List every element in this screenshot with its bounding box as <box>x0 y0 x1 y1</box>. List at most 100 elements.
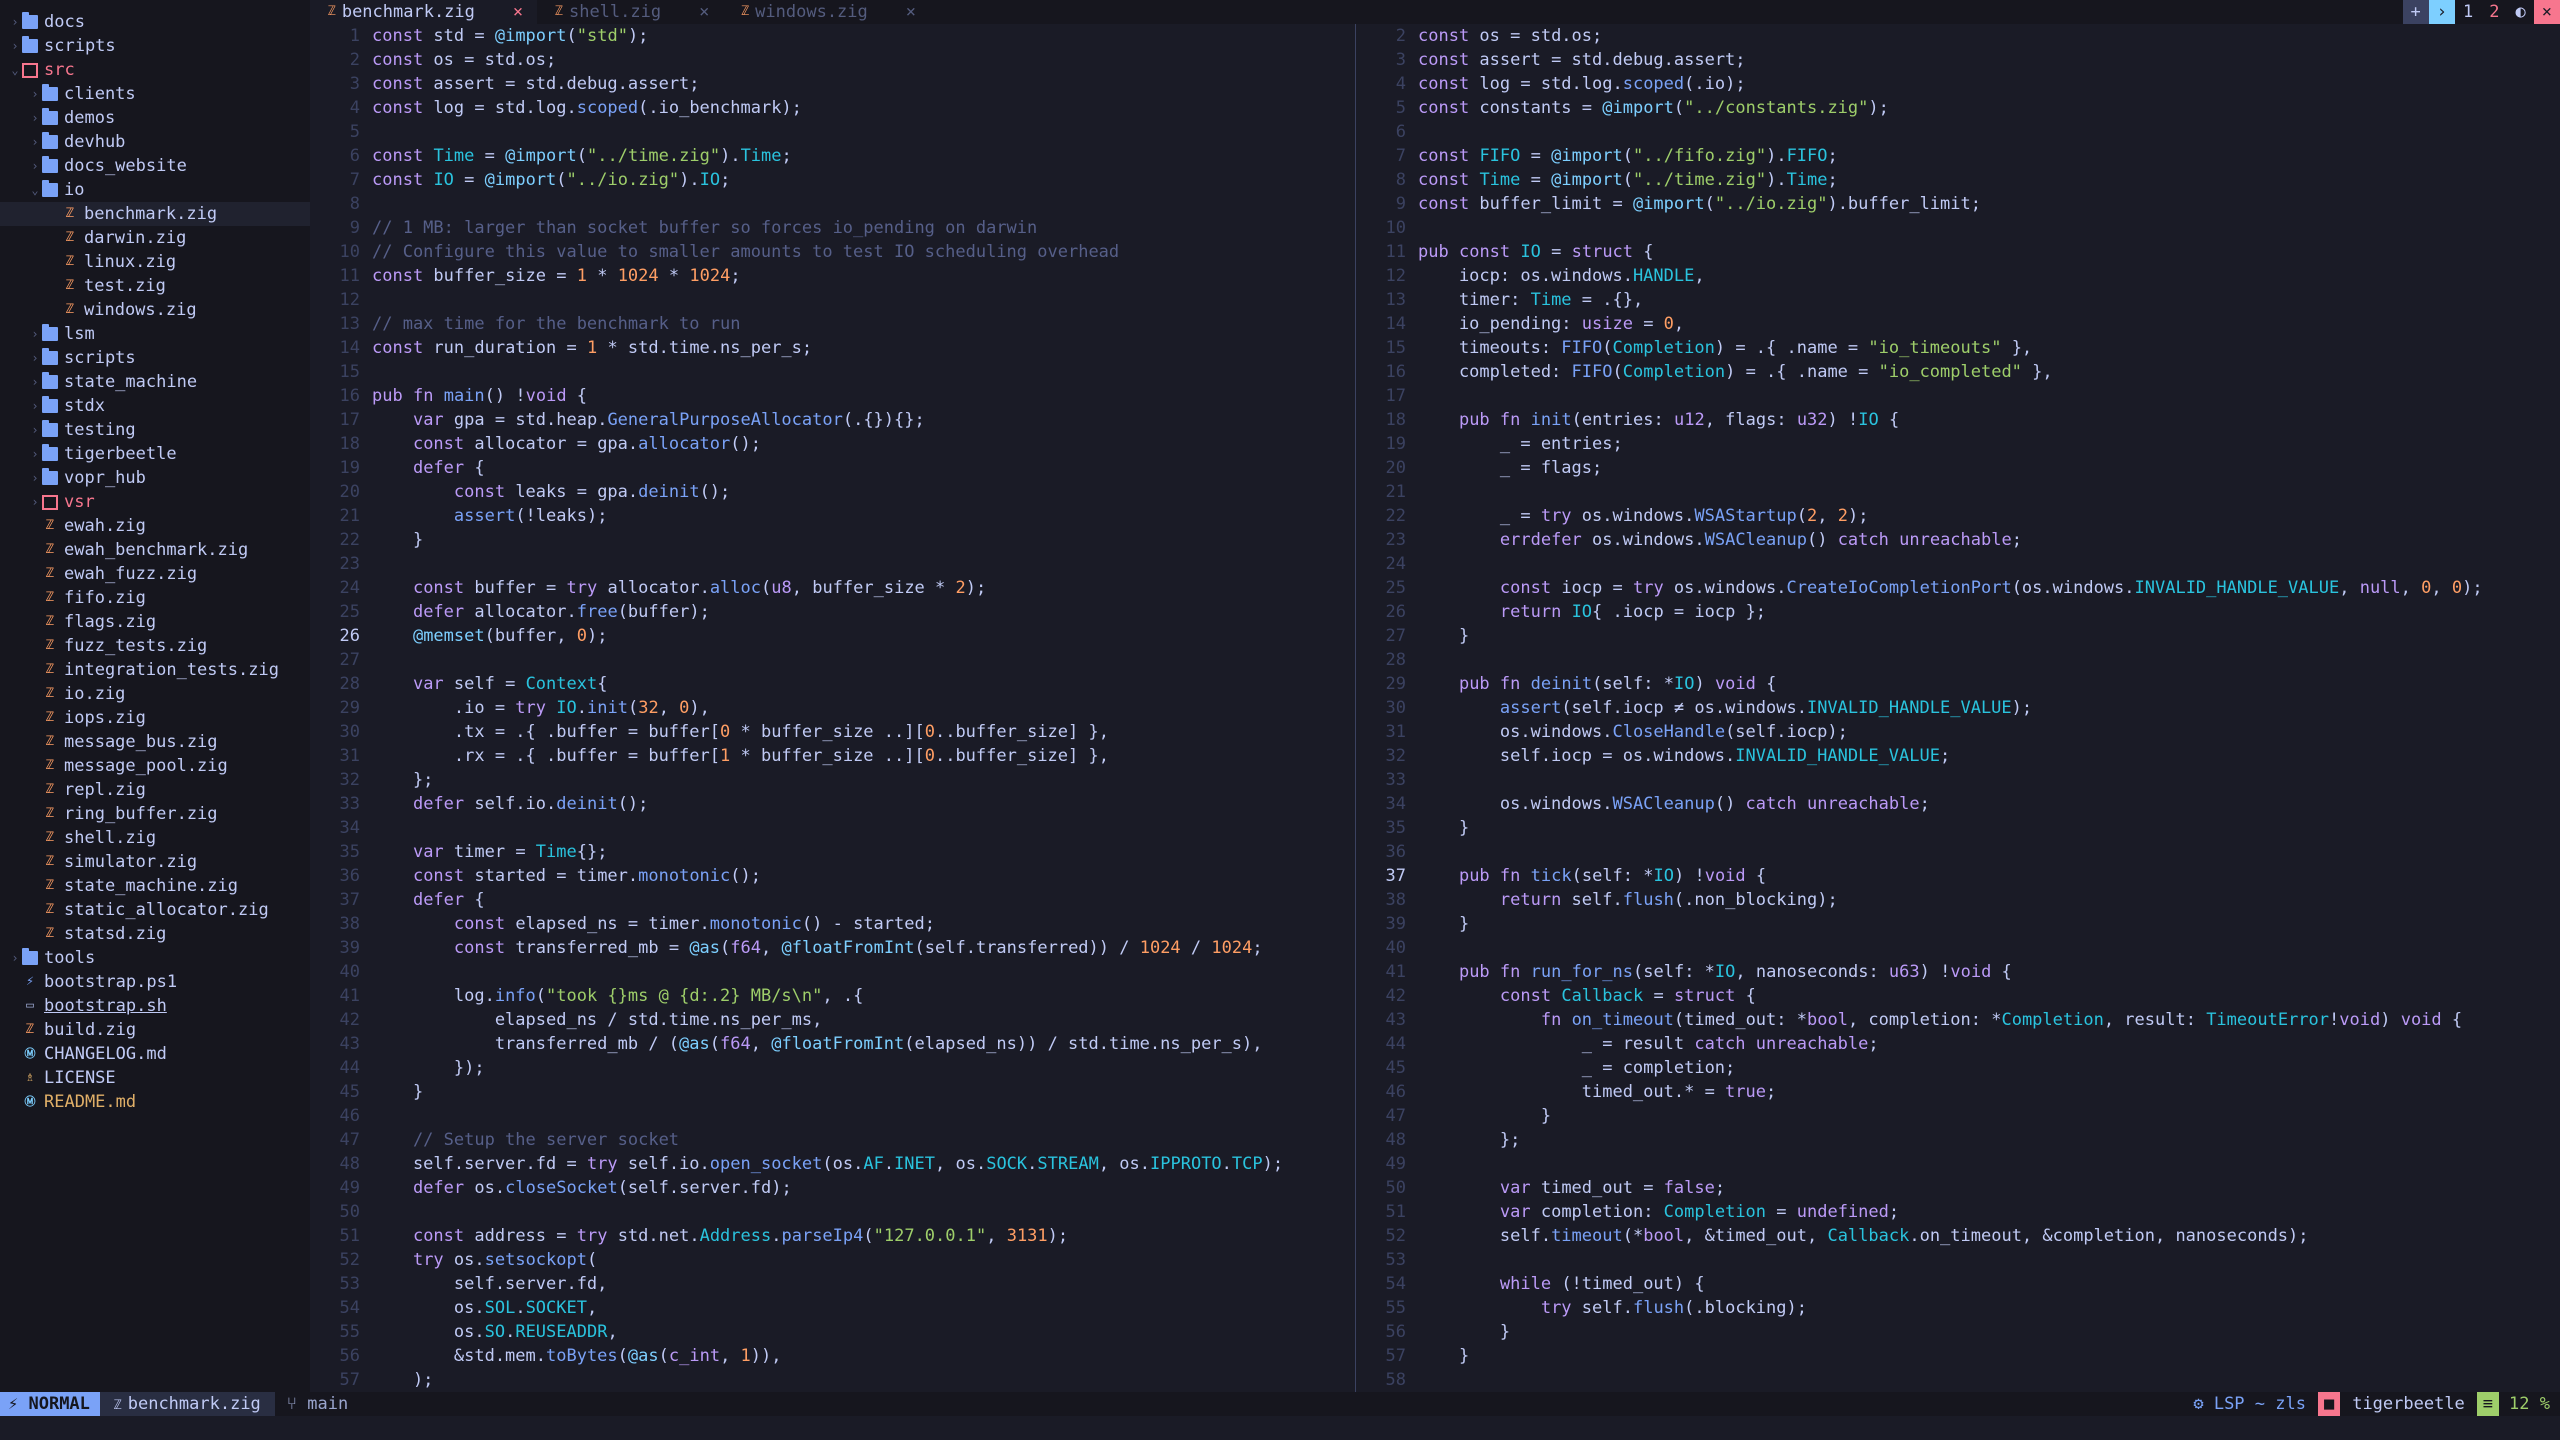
tree-item[interactable]: › vopr_hub <box>0 466 310 490</box>
code-line[interactable]: 22 } <box>310 528 1355 552</box>
tree-item[interactable]: › docs <box>0 10 310 34</box>
code-line[interactable]: 36 const started = timer.monotonic(); <box>310 864 1355 888</box>
tab-benchmark-zig[interactable]: ℤbenchmark.zig × <box>310 0 538 24</box>
code-line[interactable]: 10 // Configure this value to smaller amo… <box>310 240 1355 264</box>
code-line[interactable]: 9 const buffer_limit = @import("../io.zig… <box>1356 192 2560 216</box>
code-line[interactable]: 57 } <box>1356 1344 2560 1368</box>
tabpage-1-button[interactable]: 1 <box>2455 0 2481 24</box>
new-tab-button[interactable]: + <box>2402 0 2429 24</box>
tree-item[interactable]: ℤewah.zig <box>0 514 310 538</box>
tree-item[interactable]: › testing <box>0 418 310 442</box>
code-line[interactable]: 25 const iocp = try os.windows.CreateIoC… <box>1356 576 2560 600</box>
code-line[interactable]: 53 self.server.fd, <box>310 1272 1355 1296</box>
code-line[interactable]: 46 <box>310 1104 1355 1128</box>
tree-item[interactable]: ℤio.zig <box>0 682 310 706</box>
command-line[interactable] <box>0 1416 2560 1440</box>
code-line[interactable]: 35 var timer = Time{}; <box>310 840 1355 864</box>
chevron-right-icon[interactable]: › <box>28 346 42 370</box>
tree-item[interactable]: › state_machine <box>0 370 310 394</box>
code-line[interactable]: 19 defer { <box>310 456 1355 480</box>
tree-item[interactable]: ℤbuild.zig <box>0 1018 310 1042</box>
chevron-right-icon[interactable]: › <box>28 106 42 130</box>
close-icon[interactable]: × <box>513 0 523 24</box>
tree-item[interactable]: ℤmessage_bus.zig <box>0 730 310 754</box>
code-line[interactable]: 34 os.windows.WSACleanup() catch unreach… <box>1356 792 2560 816</box>
code-line[interactable]: 30 assert(self.iocp ≠ os.windows.INVALID… <box>1356 696 2560 720</box>
tree-item[interactable]: ♗ LICENSE <box>0 1066 310 1090</box>
code-line[interactable]: 3 const assert = std.debug.assert; <box>310 72 1355 96</box>
code-line[interactable]: 21 <box>1356 480 2560 504</box>
code-line[interactable]: 10 <box>1356 216 2560 240</box>
code-line[interactable]: 32 }; <box>310 768 1355 792</box>
code-line[interactable]: 18 pub fn init(entries: u12, flags: u32)… <box>1356 408 2560 432</box>
tree-item[interactable]: ℤfuzz_tests.zig <box>0 634 310 658</box>
code-line[interactable]: 40 <box>310 960 1355 984</box>
code-line[interactable]: 56 &std.mem.toBytes(@as(c_int, 1)), <box>310 1344 1355 1368</box>
code-line[interactable]: 56 } <box>1356 1320 2560 1344</box>
theme-toggle-icon[interactable]: ◐ <box>2508 0 2534 24</box>
code-line[interactable]: 36 <box>1356 840 2560 864</box>
tab-windows-zig[interactable]: ℤwindows.zig × <box>723 0 930 24</box>
code-line[interactable]: 17 <box>1356 384 2560 408</box>
code-line[interactable]: 11 const buffer_size = 1 * 1024 * 1024; <box>310 264 1355 288</box>
code-line[interactable]: 7 const FIFO = @import("../fifo.zig").FIF… <box>1356 144 2560 168</box>
chevron-right-icon[interactable]: › <box>28 418 42 442</box>
code-line[interactable]: 43 fn on_timeout(timed_out: *bool, compl… <box>1356 1008 2560 1032</box>
tree-item[interactable]: ℤmessage_pool.zig <box>0 754 310 778</box>
code-line[interactable]: 15 timeouts: FIFO(Completion) = .{ .name… <box>1356 336 2560 360</box>
code-line[interactable]: 12 iocp: os.windows.HANDLE, <box>1356 264 2560 288</box>
tree-item[interactable]: ⚡ bootstrap.ps1 <box>0 970 310 994</box>
code-line[interactable]: 27 <box>310 648 1355 672</box>
code-line[interactable]: 9 // 1 MB: larger than socket buffer so f… <box>310 216 1355 240</box>
tree-item[interactable]: Ⓜ README.md <box>0 1090 310 1114</box>
code-line[interactable]: 47 } <box>1356 1104 2560 1128</box>
tree-item[interactable]: ℤstatsd.zig <box>0 922 310 946</box>
chevron-right-icon[interactable]: › <box>8 34 22 58</box>
code-line[interactable]: 13 // max time for the benchmark to run <box>310 312 1355 336</box>
code-line[interactable]: 23 errdefer os.windows.WSACleanup() catc… <box>1356 528 2560 552</box>
code-line[interactable]: 33 <box>1356 768 2560 792</box>
code-line[interactable]: 3 const assert = std.debug.assert; <box>1356 48 2560 72</box>
code-line[interactable]: 45 } <box>310 1080 1355 1104</box>
code-line[interactable]: 53 <box>1356 1248 2560 1272</box>
chevron-right-icon[interactable]: › <box>28 130 42 154</box>
tree-item[interactable]: ℤewah_benchmark.zig <box>0 538 310 562</box>
code-line[interactable]: 49 defer os.closeSocket(self.server.fd); <box>310 1176 1355 1200</box>
tree-item[interactable]: › tigerbeetle <box>0 442 310 466</box>
chevron-right-icon[interactable]: › <box>8 946 22 970</box>
code-line[interactable]: 51 const address = try std.net.Address.p… <box>310 1224 1355 1248</box>
tree-item[interactable]: › scripts <box>0 346 310 370</box>
tab-shell-zig[interactable]: ℤshell.zig × <box>537 0 723 24</box>
chevron-right-icon[interactable]: › <box>28 154 42 178</box>
chevron-right-icon[interactable]: › <box>28 466 42 490</box>
chevron-right-icon[interactable]: › <box>28 394 42 418</box>
code-line[interactable]: 16 pub fn main() !void { <box>310 384 1355 408</box>
tree-item[interactable]: ℤwindows.zig <box>0 298 310 322</box>
code-line[interactable]: 41 pub fn run_for_ns(self: *IO, nanoseco… <box>1356 960 2560 984</box>
code-line[interactable]: 37 pub fn tick(self: *IO) !void { <box>1356 864 2560 888</box>
tree-item[interactable]: ℤfifo.zig <box>0 586 310 610</box>
code-line[interactable]: 45 _ = completion; <box>1356 1056 2560 1080</box>
tree-item[interactable]: ℤbenchmark.zig <box>0 202 310 226</box>
code-line[interactable]: 50 var timed_out = false; <box>1356 1176 2560 1200</box>
tab-scroll-button[interactable]: › <box>2428 0 2455 24</box>
code-line[interactable]: 2 const os = std.os; <box>1356 24 2560 48</box>
tree-item[interactable]: › scripts <box>0 34 310 58</box>
code-line[interactable]: 27 } <box>1356 624 2560 648</box>
code-line[interactable]: 55 os.SO.REUSEADDR, <box>310 1320 1355 1344</box>
code-line[interactable]: 38 return self.flush(.non_blocking); <box>1356 888 2560 912</box>
status-file[interactable]: ℤbenchmark.zig <box>99 1392 275 1416</box>
tree-item[interactable]: ℤshell.zig <box>0 826 310 850</box>
code-line[interactable]: 17 var gpa = std.heap.GeneralPurposeAllo… <box>310 408 1355 432</box>
tree-item[interactable]: ℤlinux.zig <box>0 250 310 274</box>
code-line[interactable]: 23 <box>310 552 1355 576</box>
tree-item[interactable]: › devhub <box>0 130 310 154</box>
lsp-status[interactable]: ⚙ LSP ~ zls <box>2181 1392 2318 1416</box>
tree-item[interactable]: Ⓜ CHANGELOG.md <box>0 1042 310 1066</box>
code-line[interactable]: 35 } <box>1356 816 2560 840</box>
code-line[interactable]: 8 <box>310 192 1355 216</box>
code-line[interactable]: 42 const Callback = struct { <box>1356 984 2560 1008</box>
code-line[interactable]: 19 _ = entries; <box>1356 432 2560 456</box>
code-line[interactable]: 48 self.server.fd = try self.io.open_soc… <box>310 1152 1355 1176</box>
code-line[interactable]: 12 <box>310 288 1355 312</box>
